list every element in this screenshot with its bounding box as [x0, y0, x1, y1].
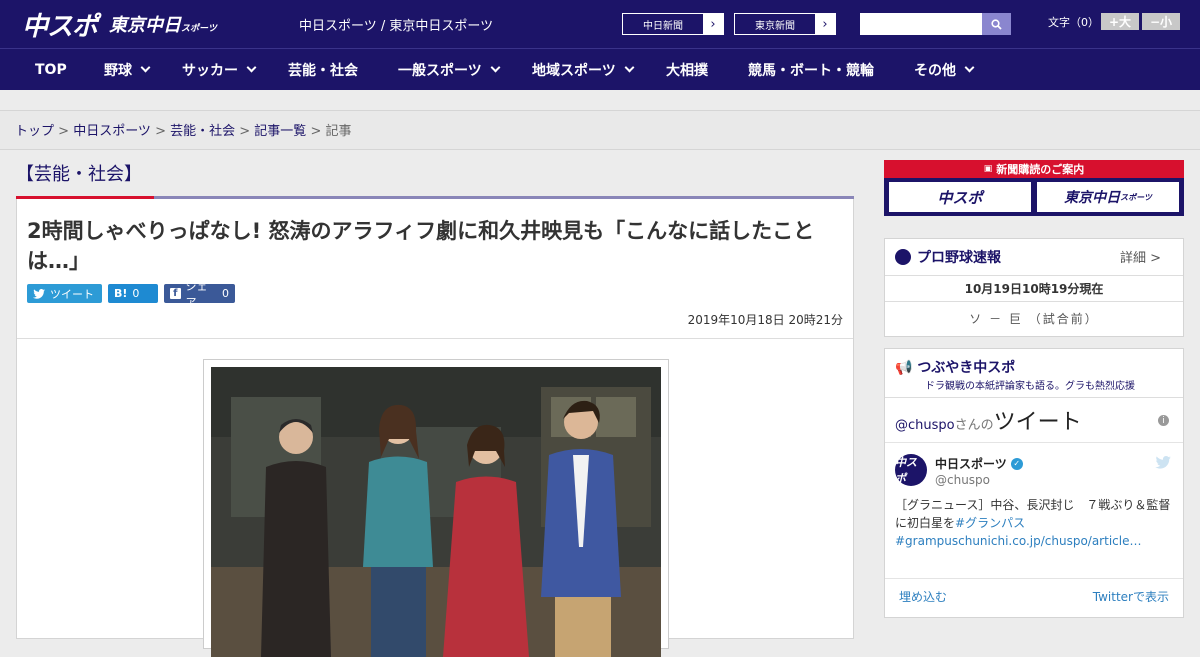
chevron-down-icon [140, 62, 151, 73]
nav-item-entertainment[interactable]: 芸能・社会 [288, 49, 358, 91]
breadcrumb-article-list[interactable]: 記事一覧 [254, 124, 306, 139]
logo-tokyo-chunichi: 東京中日スポーツ [109, 15, 217, 36]
tweet-button[interactable]: ツイート [27, 284, 102, 303]
stage-photo [211, 367, 661, 657]
nav-item-baseball[interactable]: 野球 [104, 49, 151, 91]
breadcrumb: トップ > 中日スポーツ > 芸能・社会 > 記事一覧 > 記事 [15, 124, 352, 139]
site-name: 中日スポーツ / 東京中日スポーツ [299, 19, 494, 34]
nav-item-local-sports[interactable]: 地域スポーツ [532, 49, 635, 91]
search-input[interactable] [860, 13, 982, 35]
info-icon[interactable]: i [1158, 415, 1169, 426]
facebook-share-button[interactable]: f シェア 0 [164, 280, 235, 309]
pro-baseball-scores: プロ野球速報 詳細 > 10月19日10時19分現在 ソ － 巨 （試合前） [884, 238, 1184, 337]
nav-item-soccer[interactable]: サッカー [182, 49, 257, 91]
chevron-down-icon [490, 62, 501, 73]
newspaper-icon: ▣ [983, 164, 993, 174]
font-size-label: 文字（0） [1048, 16, 1099, 29]
twitter-bird-icon [33, 288, 45, 299]
search-box [860, 13, 1011, 35]
baseball-details-link[interactable]: 詳細 > [1120, 247, 1161, 266]
font-larger-button[interactable]: +大 [1101, 13, 1139, 30]
article-date: 2019年10月18日 20時21分 [687, 313, 843, 327]
breadcrumb-current: 記事 [325, 124, 352, 139]
font-smaller-button[interactable]: −小 [1142, 13, 1180, 30]
twitter-bird-icon [1155, 456, 1171, 473]
nav-item-sumo[interactable]: 大相撲 [666, 49, 708, 91]
nav-item-other[interactable]: その他 [914, 49, 975, 91]
tweet-hashtag-link[interactable]: #グランパス [955, 516, 1025, 530]
hatena-bookmark-button[interactable]: B! 0 [108, 284, 158, 303]
view-on-twitter-link[interactable]: Twitterで表示 [1093, 588, 1169, 605]
chevron-down-icon [624, 62, 635, 73]
breadcrumb-entertainment[interactable]: 芸能・社会 [170, 124, 235, 139]
nav-item-top[interactable]: TOP [35, 49, 67, 91]
baseball-icon [895, 249, 911, 265]
article: 2時間しゃべりっぱなし! 怒涛のアラフィフ劇に和久井映見も「こんなに話したことは… [16, 199, 854, 657]
tweet-author-handle[interactable]: @chuspo [935, 473, 990, 487]
chevron-right-icon: › [703, 14, 723, 34]
logo-chuspo: 中スポ [22, 11, 98, 42]
main-nav: TOP 野球 サッカー 芸能・社会 一般スポーツ 地域スポーツ 大相撲 競馬・ボ… [0, 48, 1200, 90]
article-photo[interactable] [203, 359, 669, 657]
embed-link[interactable]: 埋め込む [899, 588, 947, 605]
twitter-handle-link[interactable]: @chuspo [895, 418, 955, 433]
search-button[interactable] [982, 13, 1011, 35]
tweet-author-name[interactable]: 中日スポーツ [935, 455, 1007, 472]
chevron-down-icon [246, 62, 257, 73]
facebook-icon: f [170, 288, 181, 299]
chunichi-shimbun-button[interactable]: 中日新聞 › [622, 13, 724, 35]
tokyo-chunichi-subscription-link[interactable]: 東京中日 スポーツ [1037, 182, 1179, 212]
verified-badge-icon: ✓ [1010, 457, 1023, 470]
nav-item-racing[interactable]: 競馬・ボート・競輪 [748, 49, 874, 91]
article-title: 2時間しゃべりっぱなし! 怒涛のアラフィフ劇に和久井映見も「こんなに話したことは… [27, 219, 815, 273]
avatar[interactable]: 中スポ [895, 454, 927, 486]
baseball-game-row[interactable]: ソ － 巨 （試合前） [885, 310, 1183, 327]
tweet-article-link[interactable]: #grampuschunichi.co.jp/chuspo/article… [895, 534, 1141, 548]
tweets-box: 📢 つぶやき中スポ ドラ観戦の本紙評論家も語る。グラも熱烈応援 @chuspoさ… [884, 348, 1184, 618]
subscription-banner[interactable]: ▣ 新聞購読のご案内 中スポ 東京中日 スポーツ [884, 160, 1184, 216]
site-logo[interactable]: 中スポ 東京中日スポーツ [22, 8, 217, 42]
search-icon [991, 18, 1002, 30]
twitter-timeline: @chuspoさんのツイート i 中スポ 中日スポーツ ✓ @chuspo ［グラ… [885, 397, 1183, 647]
chevron-right-icon: › [815, 14, 835, 34]
chevron-down-icon [964, 62, 975, 73]
chuspo-subscription-link[interactable]: 中スポ [889, 182, 1031, 212]
nav-item-general-sports[interactable]: 一般スポーツ [398, 49, 501, 91]
hatena-icon: B! [114, 287, 128, 300]
tweet-text: ［グラニュース］中谷、長沢封じ ７戦ぶり＆監督に初白星を#グランパス #gramp… [895, 498, 1171, 548]
baseball-updated-time: 10月19日10時19分現在 [964, 282, 1104, 296]
tweets-subtitle: ドラ観戦の本紙評論家も語る。グラも熱烈応援 [925, 381, 1135, 392]
tokyo-shimbun-button[interactable]: 東京新聞 › [734, 13, 836, 35]
site-header: 中スポ 東京中日スポーツ 中日スポーツ / 東京中日スポーツ 中日新聞 › 東京新… [0, 0, 1200, 48]
breadcrumb-chunichi[interactable]: 中日スポーツ [73, 124, 151, 139]
breadcrumb-top[interactable]: トップ [15, 124, 54, 139]
megaphone-icon: 📢 [895, 360, 913, 376]
category-title: 【芸能・社会】 [16, 164, 142, 185]
